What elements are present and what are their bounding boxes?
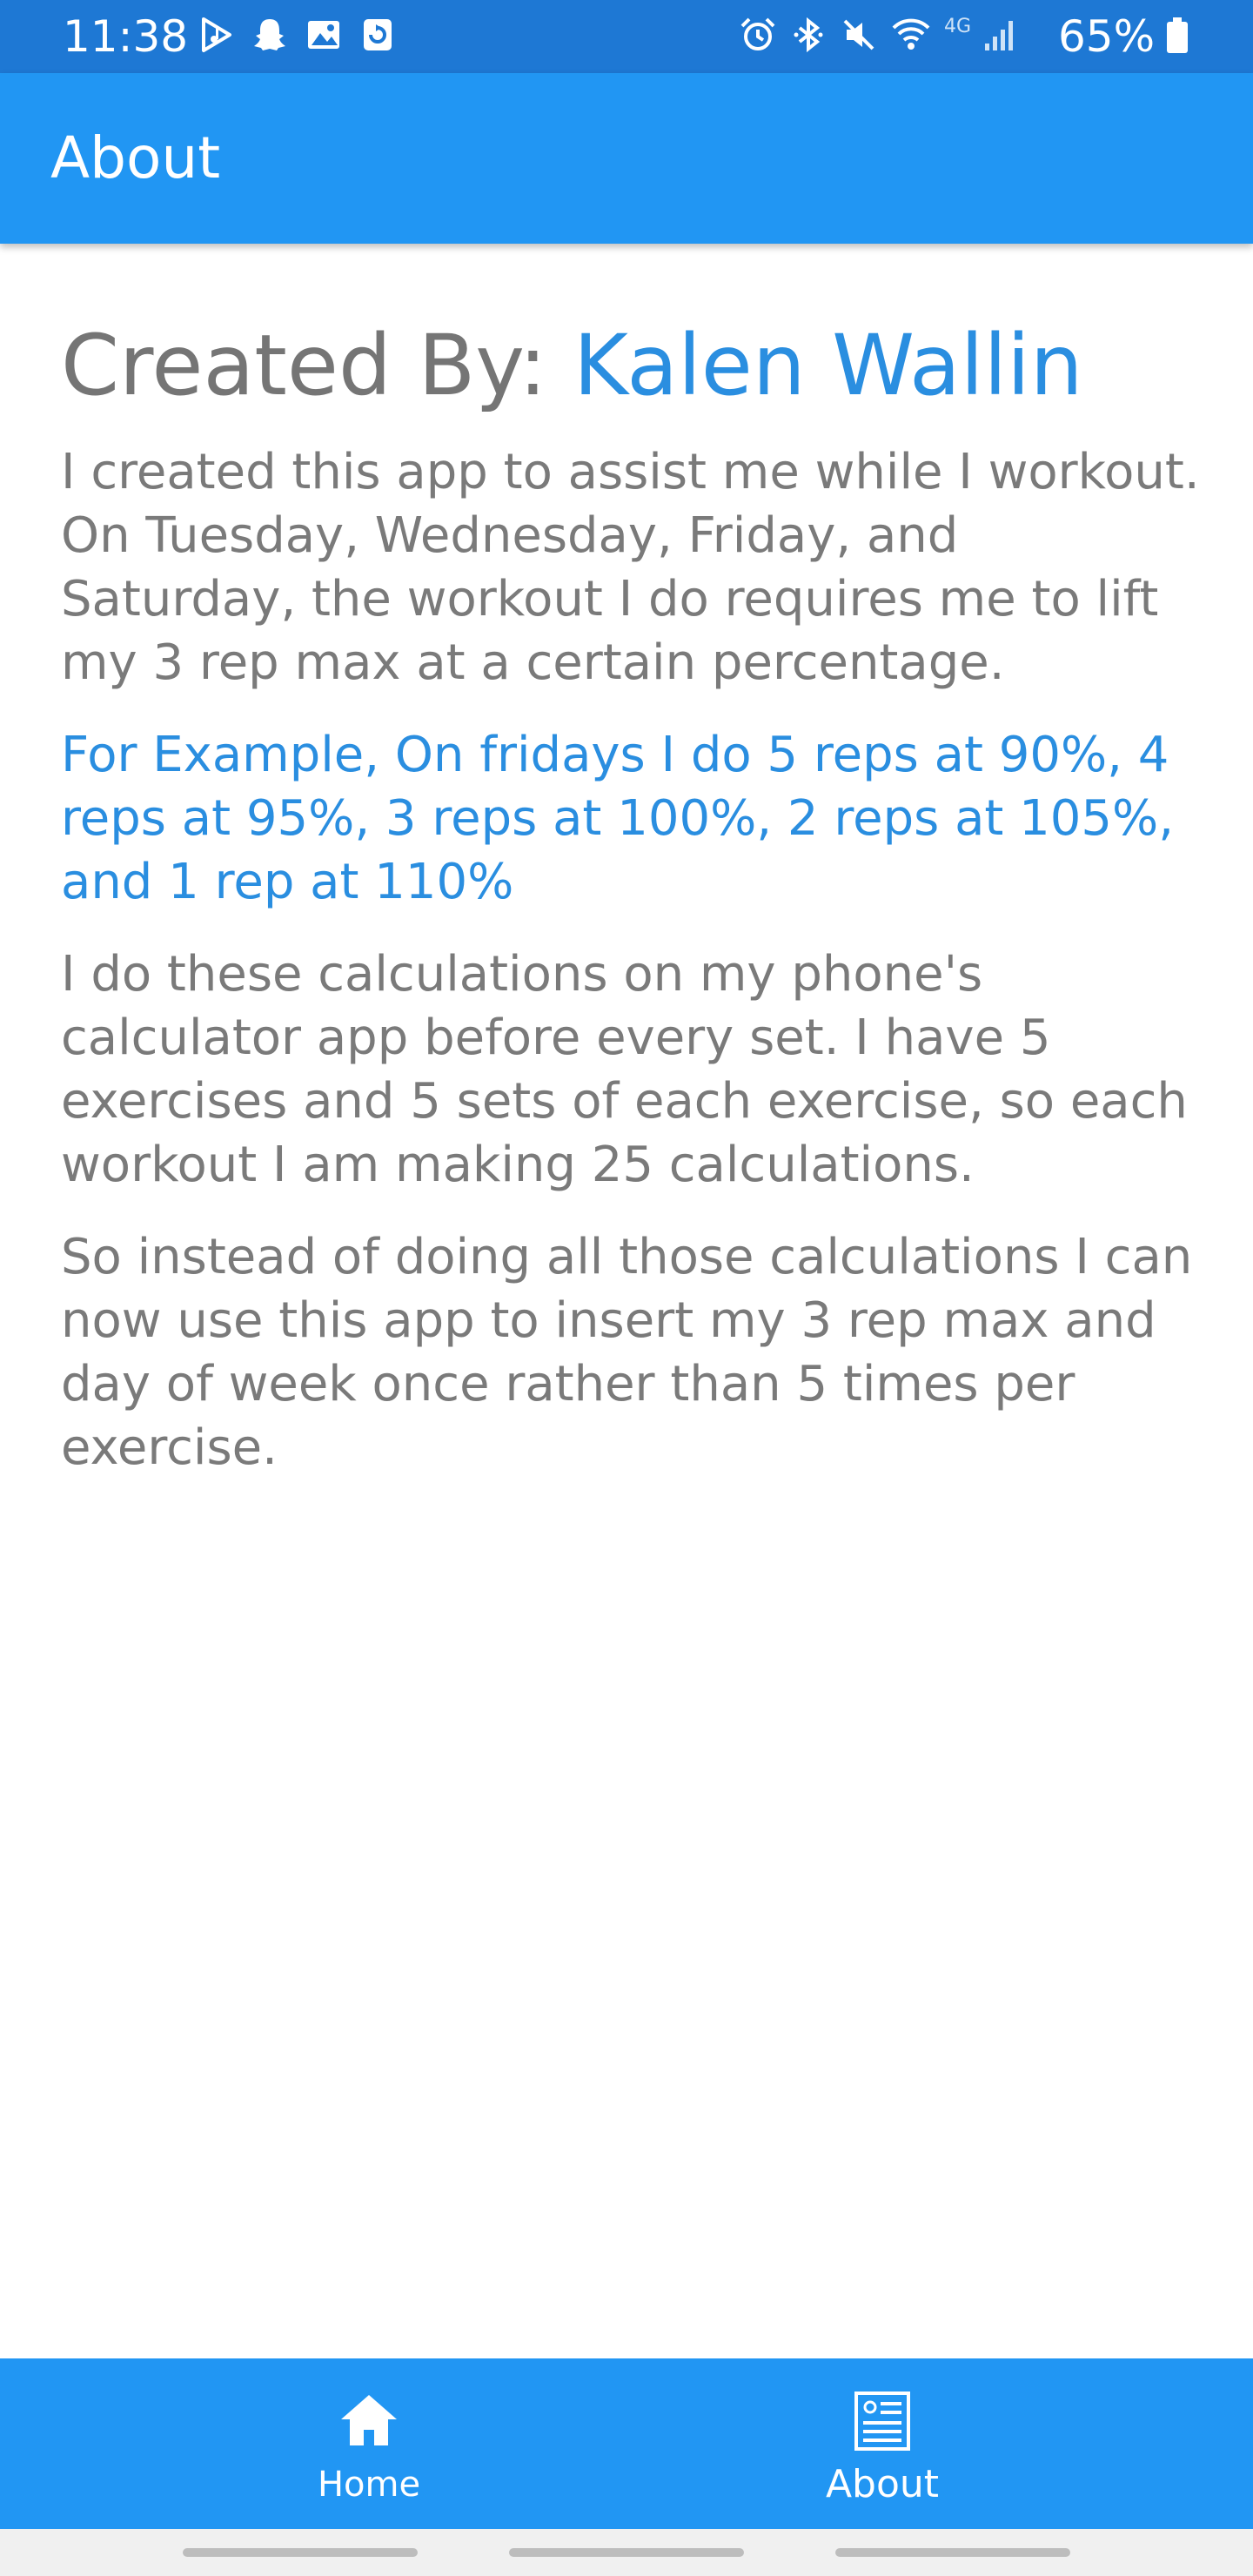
system-navigation-bar — [0, 2529, 1253, 2576]
gallery-icon — [308, 21, 339, 49]
recent-apps-pill[interactable] — [183, 2548, 418, 2557]
purpose-paragraph: So instead of doing all those calculatio… — [61, 1229, 1193, 1476]
example-paragraph: For Example, On fridays I do 5 reps at 9… — [61, 727, 1175, 910]
play-store-icon — [202, 17, 231, 52]
snapchat-icon — [254, 19, 285, 50]
status-right-icons: 4G — [739, 16, 1018, 54]
bluetooth-icon — [794, 17, 823, 53]
bottom-navigation: Home About — [0, 2358, 1253, 2529]
app-bar: About — [0, 73, 1253, 244]
alarm-icon — [740, 17, 775, 50]
status-left-icons — [197, 16, 397, 54]
battery-percentage: 65% — [1058, 11, 1156, 62]
calculations-paragraph: I do these calculations on my phone's ca… — [61, 946, 1188, 1193]
signal-icon — [985, 21, 1013, 50]
intro-paragraph: I created this app to assist me while I … — [61, 444, 1200, 691]
page-title: About — [50, 124, 221, 191]
network-type: 4G — [943, 16, 971, 37]
created-by-label: Created By: — [61, 317, 547, 414]
home-icon — [341, 2395, 397, 2445]
app-icon — [364, 19, 392, 50]
wifi-icon — [892, 18, 930, 50]
battery-icon — [1167, 17, 1188, 53]
status-bar: 11:38 4G 65% — [0, 0, 1253, 73]
author-name: Kalen Wallin — [573, 317, 1083, 414]
nav-item-home[interactable]: Home — [230, 2358, 508, 2529]
nav-label-about: About — [825, 2462, 940, 2506]
status-time: 11:38 — [63, 11, 189, 62]
document-icon — [854, 2392, 910, 2451]
home-pill[interactable] — [509, 2548, 744, 2557]
back-pill[interactable] — [835, 2548, 1070, 2557]
about-content: Created By: Kalen Wallin I created this … — [61, 313, 1201, 1508]
created-by-heading: Created By: Kalen Wallin — [61, 313, 1201, 418]
mute-icon — [843, 19, 874, 50]
nav-label-home: Home — [317, 2465, 421, 2505]
nav-item-about[interactable]: About — [743, 2358, 1022, 2529]
